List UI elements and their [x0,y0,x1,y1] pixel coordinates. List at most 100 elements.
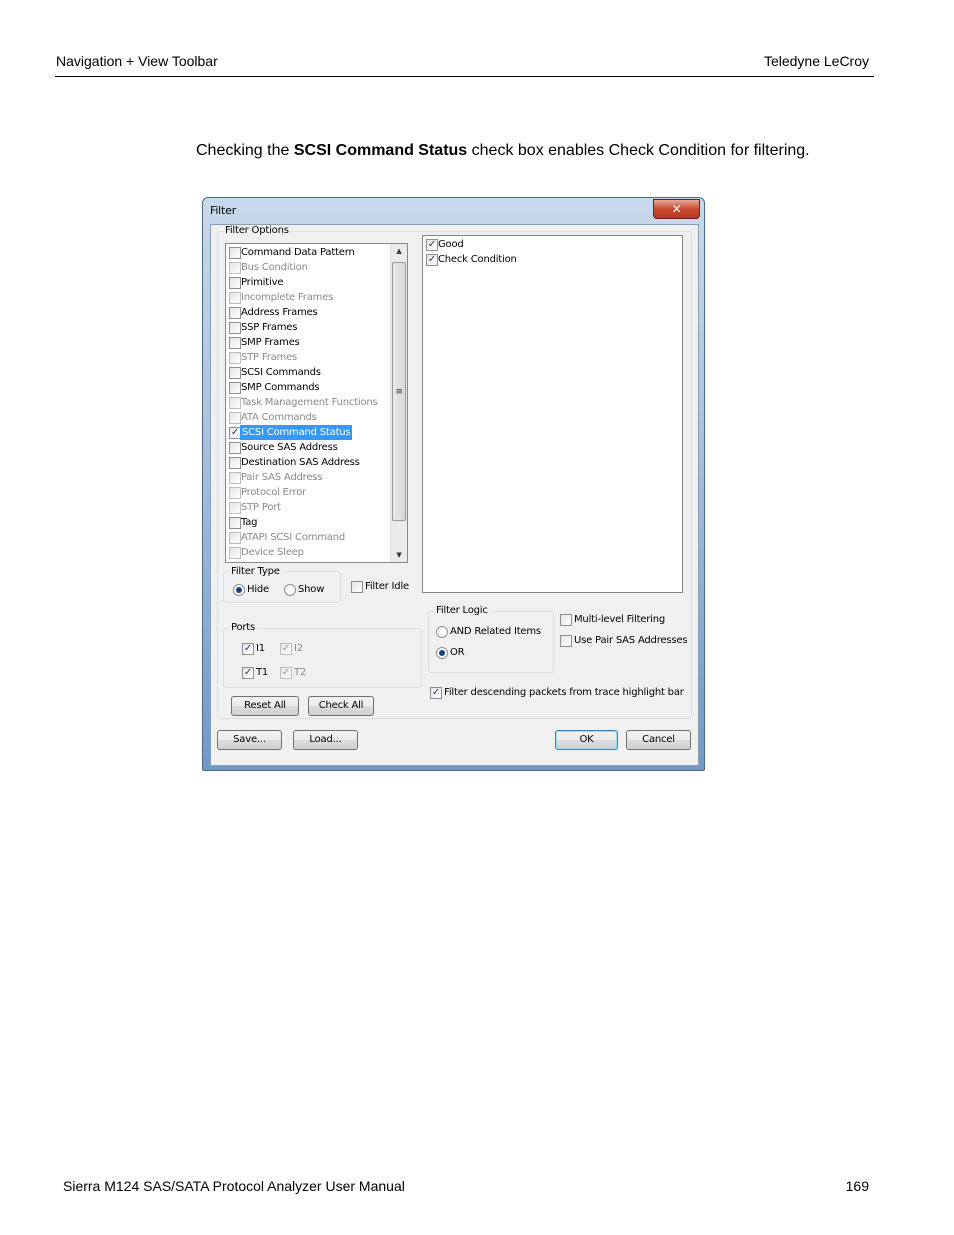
list-item-label: Tag [241,517,258,528]
port-i1-label: I1 [256,643,265,654]
list-item-label: Incomplete Frames [241,292,334,303]
list-item-checkbox[interactable] [229,367,241,379]
list-item-checkbox[interactable] [229,472,241,484]
list-item[interactable]: Task Management Functions [227,395,389,410]
filter-dialog: Filter ✕ Filter Options ▲ ≡ ▼ Command Da… [202,197,705,771]
list-item[interactable]: Tag [227,515,389,530]
list-item[interactable]: Command Data Pattern [227,245,389,260]
list-item-checkbox[interactable] [229,532,241,544]
list-item[interactable]: Protocol Error [227,485,389,500]
pair-sas-label: Use Pair SAS Addresses [574,635,688,646]
list-item-label: SCSI Command Status [240,425,353,440]
list-item[interactable]: SMP Commands [227,380,389,395]
list-item[interactable]: Pair SAS Address [227,470,389,485]
list-item-label: Protocol Error [241,487,307,498]
dialog-title: Filter [210,204,237,217]
list-item[interactable]: Address Frames [227,305,389,320]
list-item-checkbox[interactable] [229,322,241,334]
status-list[interactable]: ✓ Good ✓ Check Condition [422,235,683,593]
list-item-label: Good [438,239,464,250]
list-item[interactable]: Device Sleep [227,545,389,560]
or-radio-button[interactable] [436,647,448,659]
list-item-label: ATAPI SCSI Command [241,532,345,543]
port-i1-box[interactable]: ✓ [242,643,254,655]
ports-group [223,628,422,688]
list-item[interactable]: ✓ SCSI Command Status [227,425,389,440]
list-item-checkbox[interactable] [229,517,241,529]
list-item[interactable]: ✓ Good [424,237,674,252]
descending-box[interactable]: ✓ [430,687,442,699]
list-item[interactable]: Destination SAS Address [227,455,389,470]
list-item-checkbox[interactable] [229,487,241,499]
and-radio-button[interactable] [436,626,448,638]
list-item-checkbox[interactable]: ✓ [426,254,438,266]
list-item-checkbox[interactable] [229,247,241,259]
list-item-checkbox[interactable] [229,337,241,349]
port-t2-label: T2 [294,667,307,678]
close-icon[interactable]: ✕ [653,199,700,219]
list-item[interactable]: Bus Condition [227,260,389,275]
list-item[interactable]: Source SAS Address [227,440,389,455]
hide-radio-button[interactable] [233,584,245,596]
port-i2-label: I2 [294,643,303,654]
filter-options-label: Filter Options [223,225,291,236]
save-button[interactable]: Save... [217,730,282,750]
list-item[interactable]: SMP Frames [227,335,389,350]
list-item[interactable]: ✓ Check Condition [424,252,674,267]
list-item[interactable]: Primitive [227,275,389,290]
cancel-button[interactable]: Cancel [626,730,691,750]
filter-idle-label: Filter Idle [365,581,409,592]
scroll-up-icon[interactable]: ▲ [391,247,407,255]
or-radio-label: OR [450,647,465,658]
list-item-checkbox[interactable] [229,382,241,394]
list-item[interactable]: SCSI Commands [227,365,389,380]
filter-options-list[interactable]: ▲ ≡ ▼ Command Data Pattern Bus Condition P… [225,243,408,563]
list-item-checkbox[interactable] [229,292,241,304]
list-item-checkbox[interactable] [229,457,241,469]
list-item-checkbox[interactable]: ✓ [426,239,438,251]
scroll-down-icon[interactable]: ▼ [391,551,407,559]
reset-all-button[interactable]: Reset All [231,696,299,716]
header-rule [55,76,874,77]
descending-label: Filter descending packets from trace hig… [444,687,684,698]
list-item-label: Destination SAS Address [241,457,360,468]
list-item-label: SMP Commands [241,382,320,393]
multi-level-box[interactable] [560,614,572,626]
and-radio-label: AND Related Items [450,626,541,637]
list-item-checkbox[interactable] [229,397,241,409]
ok-button[interactable]: OK [555,730,618,750]
list-item[interactable]: ATAPI SCSI Command [227,530,389,545]
filter-idle-box[interactable] [351,581,363,593]
list-scrollbar[interactable]: ▲ ≡ ▼ [390,244,407,562]
body-paragraph: Checking the SCSI Command Status check b… [196,142,810,160]
list-item-checkbox[interactable] [229,307,241,319]
filter-logic-group [428,611,554,673]
multi-level-label: Multi-level Filtering [574,614,666,625]
footer-manual-title: Sierra M124 SAS/SATA Protocol Analyzer U… [63,1178,405,1194]
list-item[interactable]: SSP Frames [227,320,389,335]
port-t1-box[interactable]: ✓ [242,667,254,679]
list-item[interactable]: STP Frames [227,350,389,365]
check-all-button[interactable]: Check All [308,696,374,716]
list-item-checkbox[interactable] [229,502,241,514]
list-item-checkbox[interactable] [229,352,241,364]
hide-radio-label: Hide [247,584,269,595]
list-item-label: STP Frames [241,352,298,363]
port-t1-label: T1 [256,667,269,678]
body-text-bold: SCSI Command Status [293,142,468,159]
list-item[interactable]: STP Port [227,500,389,515]
list-item-label: STP Port [241,502,281,513]
list-item-checkbox[interactable] [229,277,241,289]
list-item-label: Pair SAS Address [241,472,323,483]
list-item-checkbox[interactable] [229,262,241,274]
load-button[interactable]: Load... [293,730,358,750]
header-company: Teledyne LeCroy [763,53,869,69]
list-item-checkbox[interactable] [229,442,241,454]
pair-sas-box[interactable] [560,635,572,647]
list-item[interactable]: Incomplete Frames [227,290,389,305]
list-item[interactable]: ATA Commands [227,410,389,425]
list-item-checkbox[interactable] [229,412,241,424]
list-item-checkbox[interactable] [229,547,241,559]
show-radio-button[interactable] [284,584,296,596]
dialog-client-area: Filter Options ▲ ≡ ▼ Command Data Patter… [210,224,699,766]
